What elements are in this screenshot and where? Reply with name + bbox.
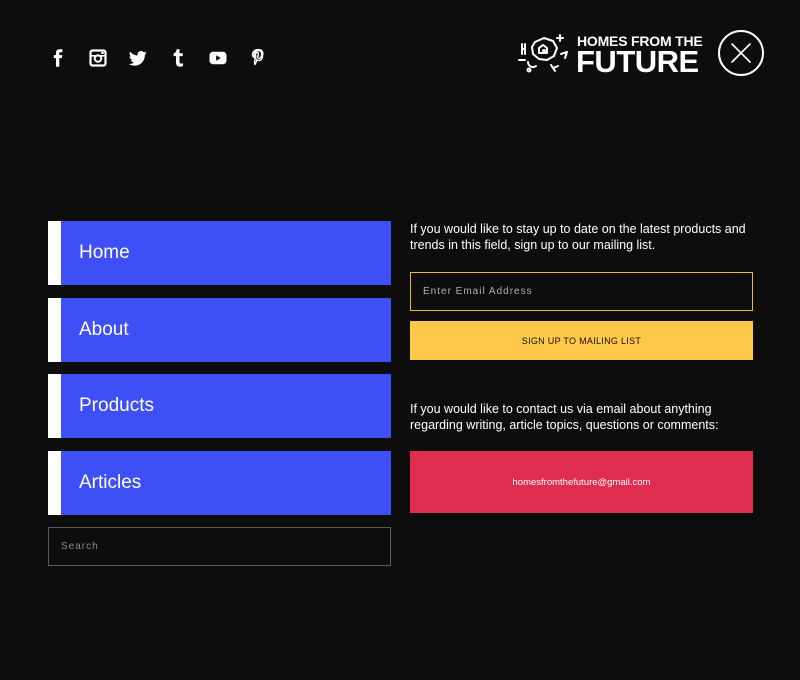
site-logo[interactable]: HOMES FROM THE FUTURE bbox=[517, 30, 705, 79]
search-field bbox=[48, 527, 391, 566]
logo-wordmark: FUTURE bbox=[576, 44, 699, 79]
newsletter-section: If you would like to stay up to date on … bbox=[410, 221, 753, 253]
social-links bbox=[46, 46, 286, 70]
main-navigation: Home About Products Articles bbox=[48, 221, 391, 527]
email-input[interactable] bbox=[411, 273, 752, 310]
nav-item-home[interactable]: Home bbox=[48, 221, 391, 285]
twitter-icon[interactable] bbox=[126, 46, 150, 70]
nav-item-articles[interactable]: Articles bbox=[48, 450, 391, 515]
nav-item-label: Articles bbox=[79, 471, 142, 493]
signup-button-label: SIGN UP TO MAILING LIST bbox=[521, 335, 642, 346]
youtube-icon[interactable] bbox=[206, 46, 230, 70]
contact-email-label: homesfromthefuture@gmail.com bbox=[512, 476, 651, 488]
signup-button[interactable]: SIGN UP TO MAILING LIST bbox=[410, 321, 753, 360]
nav-item-label: Products bbox=[79, 395, 154, 416]
email-field bbox=[410, 272, 753, 311]
instagram-icon[interactable] bbox=[86, 46, 110, 70]
search-input[interactable] bbox=[49, 527, 390, 566]
facebook-icon[interactable] bbox=[46, 46, 70, 70]
close-icon bbox=[731, 43, 751, 63]
nav-item-about[interactable]: About bbox=[48, 297, 391, 362]
nav-item-label: Home bbox=[79, 242, 130, 263]
pinterest-icon[interactable] bbox=[246, 46, 270, 70]
tumblr-icon[interactable] bbox=[166, 46, 190, 70]
nav-item-label: About bbox=[79, 318, 129, 340]
logo-house-icon bbox=[518, 34, 568, 73]
nav-item-products[interactable]: Products bbox=[48, 374, 391, 438]
contact-email-button[interactable]: homesfromthefuture@gmail.com bbox=[410, 451, 753, 513]
newsletter-intro: If you would like to stay up to date on … bbox=[410, 222, 746, 252]
close-button[interactable] bbox=[718, 30, 764, 76]
contact-intro: If you would like to contact us via emai… bbox=[410, 402, 719, 432]
